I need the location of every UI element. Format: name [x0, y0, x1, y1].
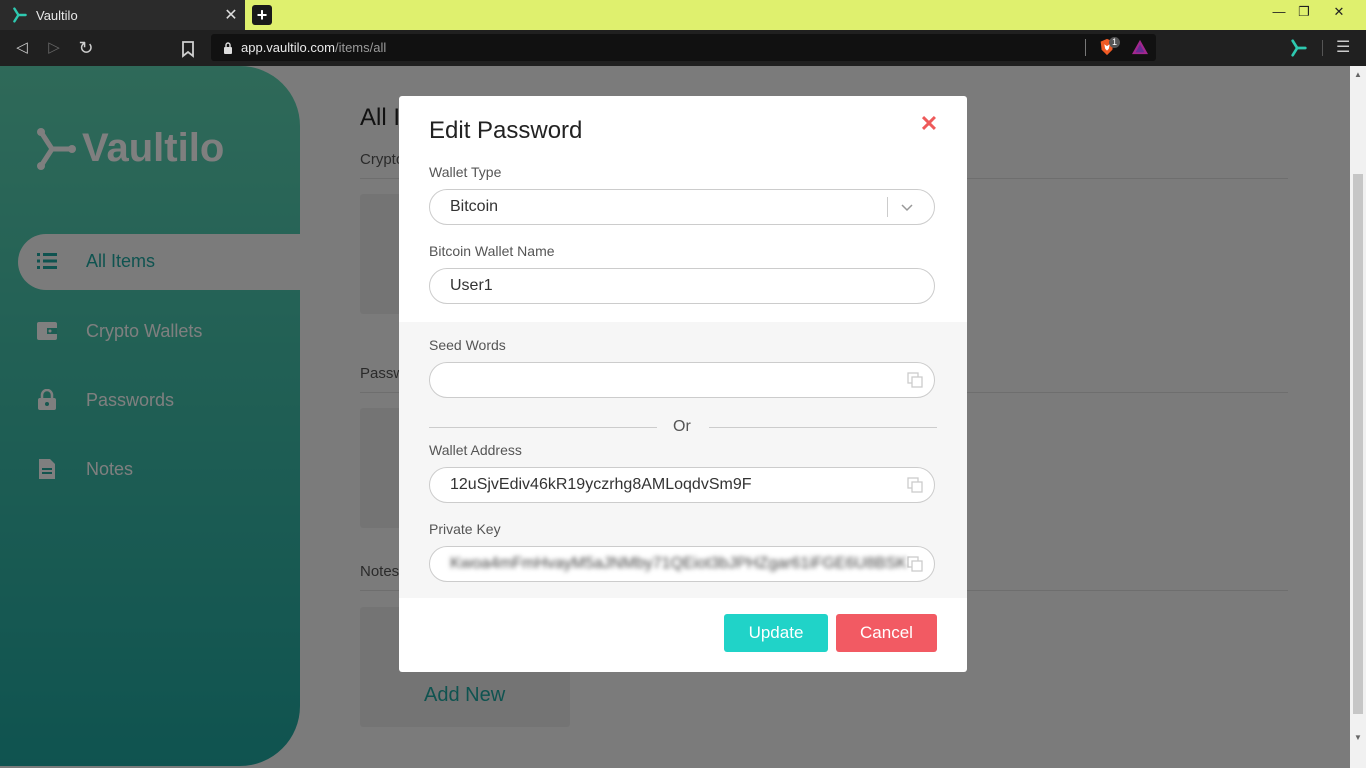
menu-icon[interactable]: ☰ [1336, 39, 1352, 57]
back-icon[interactable]: ◁ [12, 38, 32, 58]
tab-close-icon[interactable]: ✕ [221, 5, 241, 25]
scroll-down-icon[interactable]: ▼ [1354, 733, 1362, 742]
url-host: app.vaultilo.com [241, 40, 335, 55]
cancel-button[interactable]: Cancel [836, 614, 937, 652]
edit-password-modal: Edit Password ✕ Wallet Type Bitcoin Bitc… [399, 96, 967, 672]
scroll-up-icon[interactable]: ▲ [1354, 70, 1362, 79]
url-path: /items/all [334, 40, 387, 55]
chevron-down-icon[interactable] [896, 197, 918, 217]
shields-count-badge: 1 [1109, 37, 1121, 48]
copy-icon[interactable] [906, 476, 924, 494]
restore-icon[interactable]: ❐ [1287, 0, 1321, 30]
wallet-address-field[interactable]: 12uSjvEdiv46kR19yczrhg8AMLoqdvSm9F [429, 467, 935, 503]
vaultilo-logo-icon [13, 7, 27, 23]
or-divider: Or [429, 418, 937, 436]
scroll-thumb[interactable] [1353, 174, 1363, 714]
close-icon[interactable]: ✕ [919, 113, 939, 135]
new-tab-button[interactable]: + [252, 5, 272, 25]
or-text: Or [673, 418, 691, 435]
seed-words-label: Seed Words [429, 337, 506, 353]
rewards-triangle-icon[interactable] [1131, 39, 1149, 55]
browser-tab[interactable]: Vaultilo ✕ [0, 0, 245, 30]
toolbar-separator [1322, 40, 1323, 56]
wallet-name-label: Bitcoin Wallet Name [429, 243, 555, 259]
tab-title: Vaultilo [36, 7, 78, 23]
browser-tab-bar: Vaultilo ✕ + — ❐ ✕ [0, 0, 1366, 30]
address-bar[interactable]: app.vaultilo.com/items/all 1 [211, 34, 1156, 61]
page-scrollbar[interactable]: ▲ ▼ [1350, 66, 1366, 768]
window-close-icon[interactable]: ✕ [1322, 0, 1356, 30]
vaultilo-extension-icon[interactable] [1290, 39, 1308, 57]
copy-icon[interactable] [906, 371, 924, 389]
modal-title: Edit Password [429, 117, 583, 144]
wallet-type-label: Wallet Type [429, 164, 502, 180]
wallet-type-select[interactable]: Bitcoin [429, 189, 935, 225]
private-key-label: Private Key [429, 521, 501, 537]
wallet-address-label: Wallet Address [429, 442, 522, 458]
or-line-left [429, 427, 657, 428]
bookmark-icon[interactable] [178, 39, 198, 59]
wallet-address-value: 12uSjvEdiv46kR19yczrhg8AMLoqdvSm9F [450, 476, 752, 493]
browser-toolbar: ◁ ▷ ↻ app.vaultilo.com/items/all 1 ☰ [0, 30, 1366, 66]
select-separator [887, 197, 888, 217]
reload-icon[interactable]: ↻ [76, 38, 96, 58]
forward-icon[interactable]: ▷ [44, 38, 64, 58]
seed-words-input[interactable] [450, 370, 906, 390]
wallet-name-field[interactable]: User1 [429, 268, 935, 304]
update-button[interactable]: Update [724, 614, 828, 652]
lock-icon [224, 41, 232, 54]
wallet-type-value: Bitcoin [450, 198, 499, 215]
address-separator [1085, 39, 1086, 56]
private-key-value: Kwoa4mFmHvayM5aJNMby71QEiot3bJPHZgar61iF… [450, 555, 906, 572]
seed-words-field[interactable] [429, 362, 935, 398]
copy-icon[interactable] [906, 555, 924, 573]
wallet-name-value: User1 [450, 277, 493, 294]
private-key-field[interactable]: Kwoa4mFmHvayM5aJNMby71QEiot3bJPHZgar61iF… [429, 546, 935, 582]
or-line-right [709, 427, 937, 428]
